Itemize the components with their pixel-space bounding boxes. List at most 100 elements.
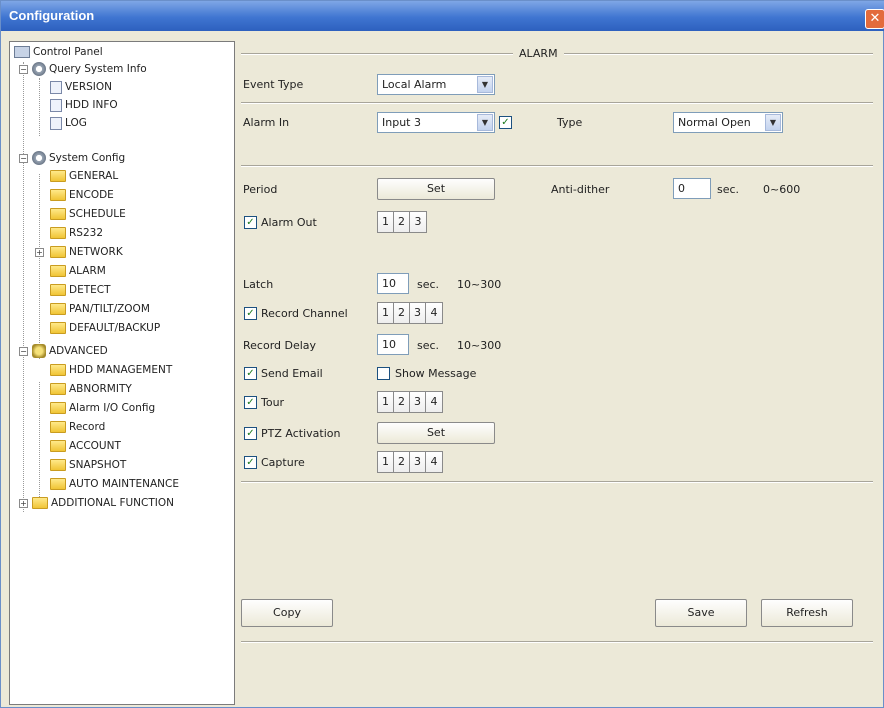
record-channel-2[interactable]: 2 (394, 303, 410, 323)
close-icon[interactable]: ✕ (865, 9, 884, 29)
collapse-icon[interactable]: − (19, 154, 28, 163)
doc-icon (50, 98, 62, 112)
folder-icon (50, 440, 66, 452)
tour-channel-4[interactable]: 4 (426, 392, 442, 412)
tour-channel-2[interactable]: 2 (394, 392, 410, 412)
tree-item-pan-tilt-zoom[interactable]: PAN/TILT/ZOOM (50, 301, 150, 317)
tree-item-general[interactable]: GENERAL (50, 168, 118, 184)
tree-item-label: DEFAULT/BACKUP (69, 322, 161, 334)
capture-channel-1[interactable]: 1 (378, 452, 394, 472)
send-email-checkbox[interactable]: ✓ (244, 367, 257, 380)
tree-item-label: ACCOUNT (69, 440, 121, 452)
window-title: Configuration (9, 8, 95, 23)
tree-item-detect[interactable]: DETECT (50, 282, 111, 298)
record-channel-1[interactable]: 1 (378, 303, 394, 323)
expand-icon[interactable]: + (19, 499, 28, 508)
ptz-activation-checkbox[interactable]: ✓ (244, 427, 257, 440)
tree-item-hdd-management[interactable]: HDD MANAGEMENT (50, 362, 172, 378)
tree-item-query-system-info[interactable]: Query System Info (32, 61, 147, 77)
tree-item-alarm[interactable]: ALARM (50, 263, 106, 279)
star-icon (32, 344, 46, 358)
alarm-in-value: Input 3 (382, 116, 421, 129)
folder-icon (50, 459, 66, 471)
tree-item-default-backup[interactable]: DEFAULT/BACKUP (50, 320, 160, 336)
tree-item-label: ENCODE (69, 189, 114, 201)
tree-item-hdd-info[interactable]: HDD INFO (50, 97, 118, 113)
alarm-out-channel-3[interactable]: 3 (410, 212, 426, 232)
tree-item-label: System Config (49, 152, 126, 164)
period-set-button[interactable]: Set (377, 178, 495, 200)
tree-item-label: RS232 (69, 227, 104, 239)
copy-button[interactable]: Copy (241, 599, 333, 627)
tree-item-schedule[interactable]: SCHEDULE (50, 206, 126, 222)
tree-item-encode[interactable]: ENCODE (50, 187, 114, 203)
record-channel-3[interactable]: 3 (410, 303, 426, 323)
folder-icon (50, 402, 66, 414)
tree-item-network[interactable]: NETWORK (50, 244, 123, 260)
divider (241, 102, 873, 104)
alarm-out-channel-1[interactable]: 1 (378, 212, 394, 232)
tree-item-system-config[interactable]: System Config (32, 150, 125, 166)
tree-item-abnormity[interactable]: ABNORMITY (50, 381, 132, 397)
period-label: Period (243, 183, 278, 196)
tree-item-label: NETWORK (69, 246, 123, 258)
alarm-in-enable-checkbox[interactable]: ✓ (499, 116, 512, 129)
anti-dither-input[interactable]: 0 (673, 178, 711, 199)
ptz-set-button[interactable]: Set (377, 422, 495, 444)
chevron-down-icon: ▼ (477, 114, 493, 131)
expand-icon[interactable]: + (35, 248, 44, 257)
divider (241, 165, 873, 167)
record-channel-checkbox[interactable]: ✓ (244, 307, 257, 320)
capture-channel-2[interactable]: 2 (394, 452, 410, 472)
record-channel-4[interactable]: 4 (426, 303, 442, 323)
event-type-label: Event Type (243, 78, 304, 91)
collapse-icon[interactable]: − (19, 347, 28, 356)
tree-item-label: ABNORMITY (69, 383, 132, 395)
tour-channels: 1 2 3 4 (377, 391, 443, 413)
tree-item-label: VERSION (65, 81, 112, 93)
capture-channels: 1 2 3 4 (377, 451, 443, 473)
tree-item-account[interactable]: ACCOUNT (50, 438, 121, 454)
tree-item-advanced[interactable]: ADVANCED (32, 343, 108, 359)
alarm-in-select[interactable]: Input 3 ▼ (377, 112, 495, 133)
tree-item-control-panel[interactable]: Control Panel (14, 44, 103, 60)
type-label: Type (557, 116, 583, 129)
alarm-out-channel-2[interactable]: 2 (394, 212, 410, 232)
folder-icon (50, 364, 66, 376)
alarm-out-label: Alarm Out (261, 216, 317, 229)
type-select[interactable]: Normal Open ▼ (673, 112, 783, 133)
tour-channel-3[interactable]: 3 (410, 392, 426, 412)
tree-item-additional-function[interactable]: ADDITIONAL FUNCTION (32, 495, 174, 511)
tree-item-label: DETECT (69, 284, 111, 296)
folder-icon (50, 170, 66, 182)
panel-icon (14, 46, 30, 58)
capture-channel-4[interactable]: 4 (426, 452, 442, 472)
tree-item-rs232[interactable]: RS232 (50, 225, 103, 241)
ptz-activation-label: PTZ Activation (261, 427, 341, 440)
event-type-select[interactable]: Local Alarm ▼ (377, 74, 495, 95)
show-message-checkbox[interactable] (377, 367, 390, 380)
latch-label: Latch (243, 278, 274, 291)
record-delay-input[interactable]: 10 (377, 334, 409, 355)
tree-item-record[interactable]: Record (50, 419, 105, 435)
tour-checkbox[interactable]: ✓ (244, 396, 257, 409)
tree-item-log[interactable]: LOG (50, 115, 87, 131)
tour-channel-1[interactable]: 1 (378, 392, 394, 412)
tree-item-auto-maintenance[interactable]: AUTO MAINTENANCE (50, 476, 179, 492)
anti-dither-range: 0~600 (763, 183, 801, 196)
alarm-out-checkbox[interactable]: ✓ (244, 216, 257, 229)
record-channel-label: Record Channel (261, 307, 348, 320)
record-delay-unit: sec. (417, 339, 440, 352)
latch-input[interactable]: 10 (377, 273, 409, 294)
tree-item-label: Record (69, 421, 106, 433)
tree-item-snapshot[interactable]: SNAPSHOT (50, 457, 126, 473)
save-button[interactable]: Save (655, 599, 747, 627)
tree-item-version[interactable]: VERSION (50, 79, 112, 95)
tree-item-label: ADVANCED (49, 345, 108, 357)
capture-checkbox[interactable]: ✓ (244, 456, 257, 469)
tree-item-label: Control Panel (33, 46, 103, 58)
refresh-button[interactable]: Refresh (761, 599, 853, 627)
tree-item-alarm-io-config[interactable]: Alarm I/O Config (50, 400, 155, 416)
capture-channel-3[interactable]: 3 (410, 452, 426, 472)
collapse-icon[interactable]: − (19, 65, 28, 74)
